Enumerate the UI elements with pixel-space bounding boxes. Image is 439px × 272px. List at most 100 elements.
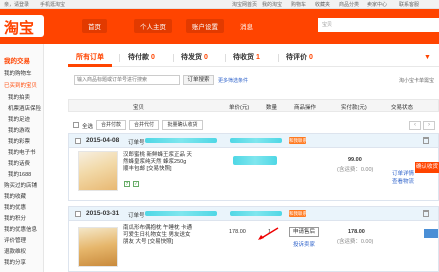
- tab-pending-payment-count: 0: [150, 54, 155, 61]
- tab-separator: [119, 54, 120, 62]
- mobile-link[interactable]: 手机逛淘宝: [40, 1, 65, 8]
- order-checkbox[interactable]: [75, 138, 81, 144]
- chevron-down-icon[interactable]: ▼: [424, 54, 431, 61]
- sidebar-item-reviews[interactable]: 评价管理: [4, 236, 26, 244]
- sidebar-item-shops[interactable]: 购买过的店铺: [4, 181, 37, 189]
- order-search-button[interactable]: 订单搜索: [183, 75, 214, 85]
- chat-icon[interactable]: 和我联系: [289, 137, 307, 144]
- sidebar-item-points[interactable]: 我的积分: [4, 214, 26, 222]
- status-badge: [424, 229, 438, 238]
- order-number-redacted: [145, 138, 217, 143]
- topbar-link-cart[interactable]: 购物车: [291, 1, 306, 8]
- sidebar-item-travel[interactable]: 机票酒店保险: [8, 104, 41, 112]
- order-total: 178.00: [348, 229, 365, 235]
- sidebar-item-games[interactable]: 我的游戏: [8, 126, 30, 134]
- login-link[interactable]: 亲，请登录: [4, 1, 29, 8]
- sidebar-item-footprint[interactable]: 我的足迹: [8, 115, 30, 123]
- more-filters-link[interactable]: 更多筛选条件: [218, 77, 248, 84]
- complain-seller-link[interactable]: 投诉卖家: [293, 240, 315, 248]
- tab-pending-payment[interactable]: 待付款 0: [128, 52, 155, 62]
- tab-all-orders[interactable]: 所有订单: [76, 52, 104, 62]
- shipping-note: (含运费：0.00): [337, 167, 374, 173]
- topbar-link-favorites[interactable]: 收藏夹: [315, 1, 330, 8]
- sidebar-item-coupons[interactable]: 我的优惠: [4, 203, 26, 211]
- tab-all-orders-label: 所有订单: [76, 54, 104, 61]
- arrow-annotation-icon: [258, 227, 279, 240]
- tab-pending-shipment[interactable]: 待发货 0: [181, 52, 208, 62]
- order-search-field[interactable]: [74, 75, 180, 85]
- confirm-receipt-button[interactable]: 确认收货: [415, 162, 439, 173]
- prev-page-button[interactable]: ‹: [409, 121, 421, 130]
- next-page-button[interactable]: ›: [423, 121, 435, 130]
- tab-pending-receipt-count: 1: [255, 54, 260, 61]
- nav-account-settings[interactable]: 账户设置: [186, 19, 224, 33]
- tab-pending-review-label: 待评价: [286, 54, 307, 61]
- topbar-link-categories[interactable]: 商品分类: [339, 1, 359, 8]
- header-search-hint: 宝贝: [322, 22, 333, 28]
- order-header: 2015-03-31 订单号 和我联系: [69, 207, 438, 221]
- table-header: 宝贝 单价(元) 数量 商品操作 实付款(元) 交易状态: [68, 99, 439, 112]
- product-title[interactable]: 汉郎蜜桃 新鲜蜂王浆正品 天然蜂皇浆纯天然 蜂浆250g 顺丰包邮 [交易快照]: [123, 152, 193, 173]
- col-status: 交易状态: [391, 105, 414, 111]
- nav-profile[interactable]: 个人主页: [134, 19, 172, 33]
- topbar-link-home[interactable]: 淘宝网首页: [232, 1, 257, 8]
- trash-icon[interactable]: [423, 137, 429, 144]
- sidebar-item-bought[interactable]: 已买到的宝贝: [4, 81, 37, 89]
- header-search-input[interactable]: 宝贝: [318, 18, 439, 32]
- sidebar-item-cart[interactable]: 我的购物车: [4, 69, 32, 77]
- batch-confirm-receipt-button[interactable]: 批量确认收货: [162, 120, 203, 130]
- taobao-logo[interactable]: 淘宝: [0, 15, 44, 37]
- sidebar-item-share[interactable]: 我的分享: [4, 258, 26, 266]
- product-title[interactable]: 南瓜形布偶抱枕 午睡枕 卡通可爱生日礼物女生 男友送女朋友 大号 [交易快照]: [123, 225, 193, 246]
- topbar-link-mytaobao[interactable]: 我的淘宝: [262, 1, 282, 8]
- product-image-pillow[interactable]: [78, 227, 118, 267]
- trash-icon[interactable]: [423, 210, 429, 217]
- tabs-divider: [68, 66, 439, 67]
- price-redacted: [233, 156, 277, 165]
- order-date: 2015-03-31: [86, 210, 120, 217]
- sidebar-item-favorites[interactable]: 我的收藏: [4, 192, 26, 200]
- tab-pending-review-count: 0: [308, 54, 313, 61]
- merge-proxy-pay-button[interactable]: 合并代付: [129, 120, 159, 130]
- seller-name-redacted: [230, 138, 282, 143]
- tab-separator: [173, 54, 174, 62]
- order-search-input[interactable]: [75, 76, 179, 84]
- chat-icon[interactable]: 和我联系: [289, 210, 307, 217]
- logistics-link[interactable]: 查看物流: [392, 177, 414, 185]
- order-header: 2015-04-08 订单号 和我联系: [69, 134, 438, 148]
- recent-orders-link[interactable]: 淘小宝卡单需宝: [399, 77, 434, 84]
- tab-pending-shipment-label: 待发货: [181, 54, 202, 61]
- tab-active-indicator: [68, 64, 112, 67]
- product-image-honey[interactable]: [78, 151, 118, 191]
- select-all-label: 全选: [82, 124, 94, 130]
- unit-price: 178.00: [229, 229, 246, 235]
- tab-pending-receipt[interactable]: 待收货 1: [233, 52, 260, 62]
- top-utility-bar: 亲，请登录 手机逛淘宝 淘宝网首页 我的淘宝 购物车 收藏夹 商品分类 卖家中心…: [0, 0, 439, 9]
- topbar-link-seller[interactable]: 卖家中心: [367, 1, 387, 8]
- guarantee-icon: ✓: [133, 181, 139, 187]
- topbar-link-service[interactable]: 联系客服: [399, 1, 419, 8]
- sidebar-item-ebooks[interactable]: 我的电子书: [8, 148, 36, 156]
- order-checkbox[interactable]: [75, 211, 81, 217]
- sidebar-item-1688[interactable]: 我的1688: [8, 170, 31, 178]
- tab-pending-payment-label: 待付款: [128, 54, 149, 61]
- tab-pending-review[interactable]: 待评价 0: [286, 52, 313, 62]
- logo-text: 淘宝: [4, 20, 35, 37]
- order-detail-link[interactable]: 订单详情: [392, 169, 414, 177]
- merge-pay-button[interactable]: 合并付款: [96, 120, 126, 130]
- sidebar-item-lottery[interactable]: 我的彩票: [8, 137, 30, 145]
- col-item: 宝贝: [133, 105, 145, 111]
- sidebar-item-refunds[interactable]: 退款维权: [4, 247, 26, 255]
- select-all-checkbox[interactable]: [73, 122, 79, 128]
- sidebar-item-auction[interactable]: 我的拍卖: [8, 93, 30, 101]
- nav-messages[interactable]: 消息: [240, 21, 253, 31]
- after-sales-button[interactable]: 申请售后: [289, 227, 319, 237]
- seller-name-redacted: [230, 211, 282, 216]
- order-number-label: 订单号: [128, 213, 145, 219]
- order-number-label: 订单号: [128, 140, 145, 146]
- sidebar-item-phone-bill[interactable]: 我的话费: [8, 159, 30, 167]
- sidebar-item-offers[interactable]: 我的优惠信息: [4, 225, 37, 233]
- sidebar-heading-trade[interactable]: 我的交易: [4, 55, 30, 65]
- guarantee-icon: 7: [124, 181, 130, 187]
- nav-home[interactable]: 首页: [82, 19, 107, 33]
